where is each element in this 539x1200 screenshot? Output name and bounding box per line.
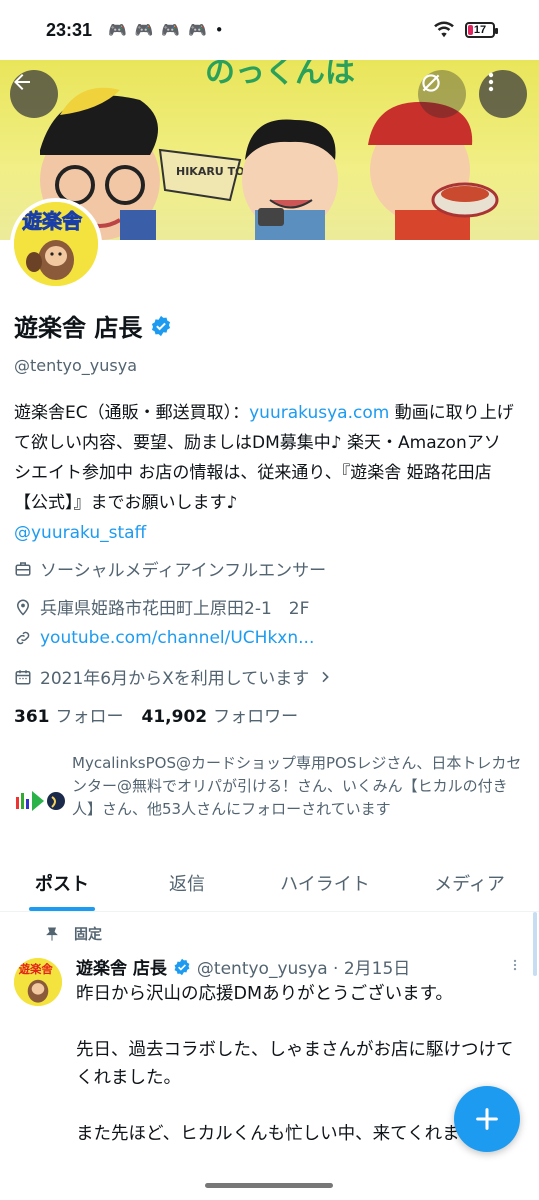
post-meta: @tentyo_yusya · 2月15日 xyxy=(196,959,411,979)
followers-label: フォロワー xyxy=(213,707,299,727)
status-bar: 23:31 🎮 🎮 🎮 🎮 • 17 xyxy=(0,0,539,60)
category-label: ソーシャルメディアインフルエンサー xyxy=(40,561,327,581)
clock: 23:31 xyxy=(46,19,93,40)
back-arrow-icon xyxy=(14,74,30,90)
notification-dot: • xyxy=(214,21,224,39)
followers-count: 41,902 xyxy=(141,707,208,727)
profile-bio: 遊楽舎EC（通販・郵送買取）：yuurakusya.com 動画に取り上げて欲し… xyxy=(14,398,514,548)
tab-media[interactable]: メディア xyxy=(400,862,539,911)
website-link[interactable]: youtube.com/channel/UCHkxn... xyxy=(40,628,314,648)
link-icon xyxy=(14,629,32,647)
following-label: フォロー xyxy=(55,707,124,727)
profile-handle: @tentyo_yusya xyxy=(14,356,138,375)
profile-location: 兵庫県姫路市花田町上原田2-1 2F xyxy=(14,594,309,619)
pinned-label: 固定 xyxy=(74,927,102,943)
bio-text: 遊楽舎EC（通販・郵送買取）： xyxy=(14,403,250,423)
post-author-name[interactable]: 遊楽舎 店長 xyxy=(76,954,167,979)
svg-text:遊楽舎: 遊楽舎 xyxy=(22,209,83,233)
compose-plus-icon xyxy=(476,1108,498,1130)
profile-name: 遊楽舎 店長 xyxy=(14,314,143,342)
follower-avatars-image xyxy=(16,791,65,811)
svg-text:遊楽舎: 遊楽舎 xyxy=(19,962,54,976)
back-button[interactable] xyxy=(10,70,58,118)
profile-category: ソーシャルメディアインフルエンサー xyxy=(14,556,326,581)
verified-badge-icon xyxy=(174,958,190,975)
compose-button[interactable] xyxy=(454,1086,520,1152)
more-vertical-icon xyxy=(488,72,494,92)
chevron-right-icon xyxy=(322,671,330,682)
game-controller-icon: 🎮 xyxy=(161,21,181,39)
pinned-indicator: 固定 xyxy=(44,924,102,944)
joined-label: 2021年6月からXを利用しています xyxy=(40,669,310,689)
gesture-home-bar[interactable] xyxy=(205,1183,333,1188)
briefcase-icon xyxy=(14,560,32,578)
banner-tagline: のっくんは xyxy=(205,60,355,90)
followers-link[interactable]: 41,902 フォロワー xyxy=(142,702,299,727)
notification-icons: 🎮 🎮 🎮 🎮 • xyxy=(108,21,224,39)
profile-website[interactable]: youtube.com/channel/UCHkxn... xyxy=(14,628,314,648)
location-pin-icon xyxy=(14,598,32,616)
more-vertical-icon xyxy=(513,959,517,971)
profile-joined[interactable]: 2021年6月からXを利用しています xyxy=(14,664,333,689)
tab-highlights[interactable]: ハイライト xyxy=(250,862,400,911)
post-author-avatar[interactable]: 遊楽舎 xyxy=(14,958,62,1006)
refresh-icon xyxy=(422,74,440,92)
avatar-logo-image: 遊楽舎 xyxy=(14,958,62,1006)
more-options-button[interactable] xyxy=(479,70,527,118)
profile-tabs: ポスト 返信 ハイライト メディア xyxy=(0,862,539,912)
follower-avatar-stack xyxy=(14,774,66,826)
battery-indicator: 17 xyxy=(465,22,498,38)
profile-name-row: 遊楽舎 店長 xyxy=(14,308,172,343)
tab-posts[interactable]: ポスト xyxy=(0,862,124,911)
scrollbar[interactable] xyxy=(533,912,537,976)
game-controller-icon: 🎮 xyxy=(108,21,127,39)
game-controller-icon: 🎮 xyxy=(134,21,154,39)
post-header: 遊楽舎 店長 @tentyo_yusya · 2月15日 xyxy=(76,954,410,979)
avatar-logo-image: 遊楽舎 xyxy=(14,202,98,286)
tab-replies[interactable]: 返信 xyxy=(124,862,250,911)
bio-website-link[interactable]: yuurakusya.com xyxy=(249,403,389,423)
bio-mention-link[interactable]: @yuuraku_staff xyxy=(14,523,146,543)
pin-icon xyxy=(46,927,58,941)
post-more-button[interactable] xyxy=(508,956,522,979)
post-body[interactable]: 昨日から沢山の応援DMありがとうございます。 先日、過去コラボした、しゃまさんが… xyxy=(76,980,516,1148)
following-link[interactable]: 361 フォロー xyxy=(14,702,124,727)
follow-stats: 361 フォロー 41,902 フォロワー xyxy=(14,702,298,727)
calendar-icon xyxy=(14,668,32,686)
following-count: 361 xyxy=(14,707,50,727)
grok-analyze-button[interactable] xyxy=(418,70,466,118)
verified-badge-icon[interactable] xyxy=(150,315,172,337)
followed-by-text: MycalinksPOS@カードショップ専用POSレジさん、日本トレカセンター@… xyxy=(72,754,522,818)
game-controller-icon: 🎮 xyxy=(188,21,207,39)
location-label: 兵庫県姫路市花田町上原田2-1 2F xyxy=(40,599,310,619)
profile-avatar[interactable]: 遊楽舎 xyxy=(10,198,102,290)
followed-by-section[interactable]: MycalinksPOS@カードショップ専用POSレジさん、日本トレカセンター@… xyxy=(14,752,528,826)
wifi-icon xyxy=(434,21,454,38)
